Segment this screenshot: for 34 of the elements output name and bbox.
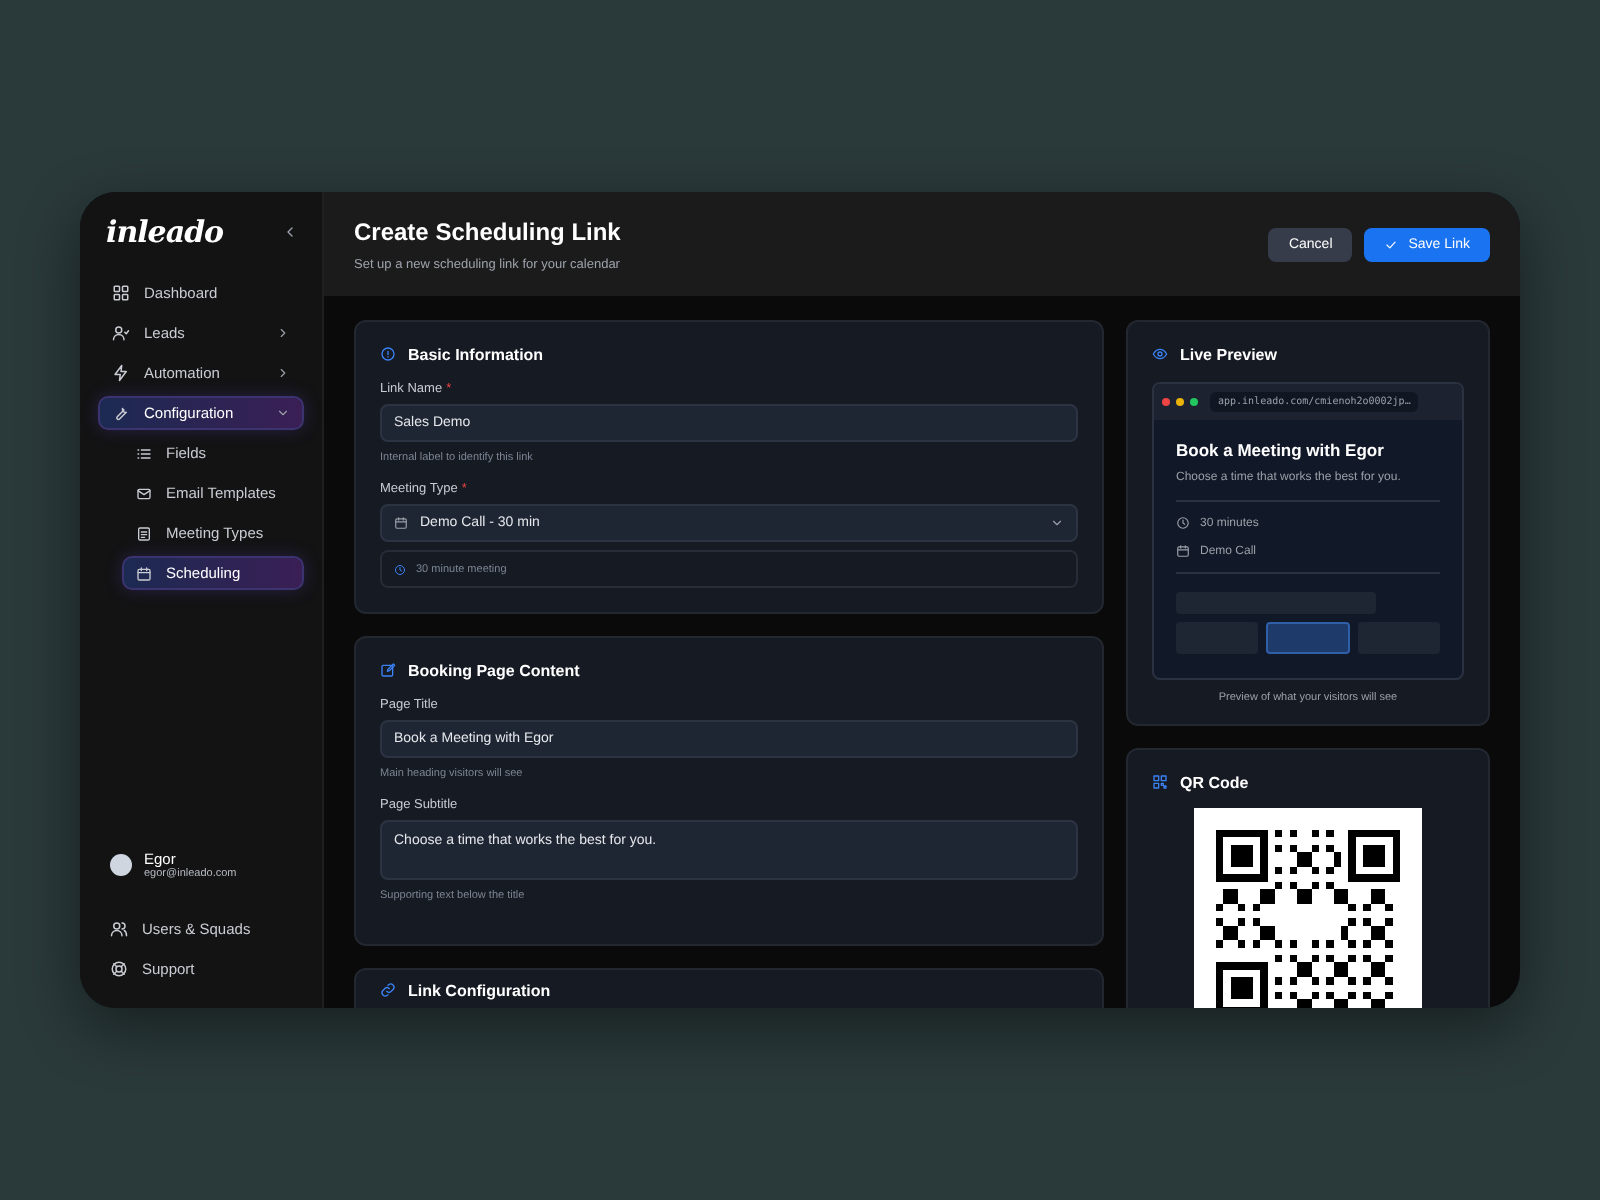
window-dot xyxy=(1190,398,1198,406)
link-icon xyxy=(380,982,396,998)
document-icon xyxy=(136,525,152,541)
info-icon xyxy=(380,346,396,362)
calendar-icon xyxy=(394,516,408,530)
clock-icon xyxy=(394,563,406,575)
user-check-icon xyxy=(112,324,130,342)
check-icon xyxy=(1384,237,1399,251)
window-dot xyxy=(1176,398,1184,406)
card-title: Link Configuration xyxy=(408,981,551,999)
users-icon xyxy=(110,919,128,937)
calendar-icon xyxy=(136,565,152,581)
clock-icon xyxy=(1176,516,1190,530)
calendar-icon xyxy=(1176,544,1190,558)
logo[interactable]: inleado xyxy=(106,214,224,250)
mail-icon xyxy=(136,485,152,501)
grid-icon xyxy=(112,284,130,302)
lightning-icon xyxy=(112,364,130,382)
wrench-icon xyxy=(112,404,130,422)
card-title: Live Preview xyxy=(1180,345,1277,363)
preview-title: Book a Meeting with Egor xyxy=(1176,440,1386,460)
list-icon xyxy=(136,445,152,461)
collapse-chevron-icon[interactable] xyxy=(282,224,298,240)
chevron-down-icon xyxy=(1050,516,1064,530)
qr-icon xyxy=(1152,774,1168,790)
card-title: Basic Information xyxy=(408,345,544,363)
edit-icon xyxy=(380,662,396,678)
window-dot xyxy=(1162,398,1170,406)
card-title: QR Code xyxy=(1180,773,1249,791)
card-title: Booking Page Content xyxy=(408,661,580,679)
eye-icon xyxy=(1152,346,1168,362)
lifebuoy-icon xyxy=(110,959,128,977)
page-title: Create Scheduling Link xyxy=(354,217,621,245)
avatar xyxy=(110,854,132,876)
